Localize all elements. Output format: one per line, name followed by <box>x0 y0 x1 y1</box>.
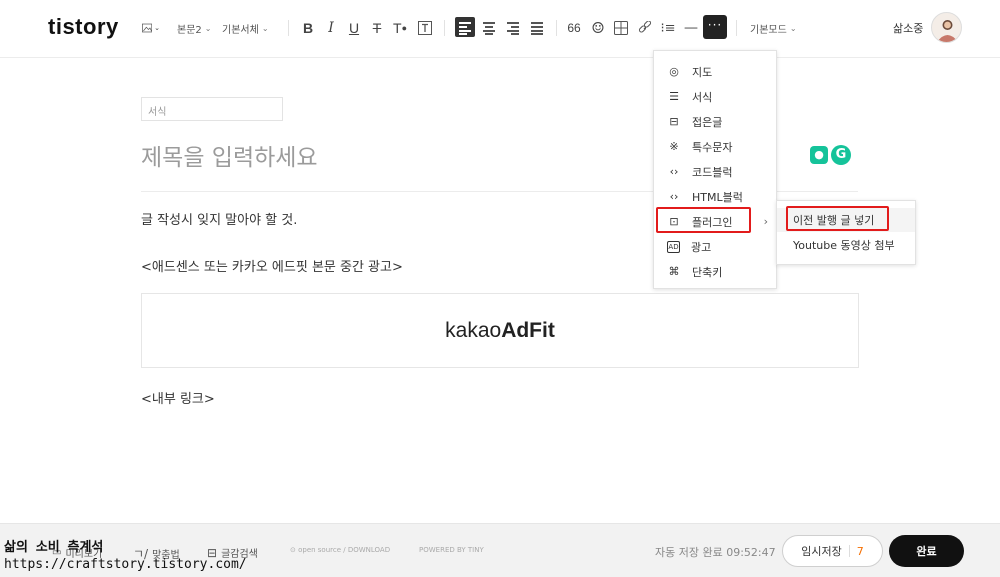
special-char-icon: ※ <box>669 140 679 153</box>
divider <box>556 20 557 36</box>
image-icon[interactable]: ⌄ <box>142 18 160 38</box>
publish-button[interactable]: 완료 <box>889 535 964 567</box>
link-icon[interactable] <box>636 18 654 38</box>
menu-item-fold[interactable]: ⊟ 접은글 <box>654 109 776 134</box>
adfit-brand-light: kakao <box>445 318 502 342</box>
divider <box>288 20 289 36</box>
paragraph-style-dropdown[interactable]: 본문2 ⌄ <box>177 17 211 39</box>
submenu-item-youtube[interactable]: Youtube 동영상 첨부 <box>777 233 915 257</box>
body-paragraph[interactable]: <애드센스 또는 카카오 에드핏 본문 중간 광고> <box>141 256 403 275</box>
fold-icon: ⊟ <box>669 115 679 128</box>
mode-dropdown[interactable]: 기본모드 ⌄ <box>750 17 797 39</box>
save-draft-button[interactable]: 임시저장 7 <box>782 535 883 567</box>
shortcut-icon: ⌘ <box>668 265 680 278</box>
divider <box>736 20 737 36</box>
autosave-status: 자동 저장 완료 09:52:47 <box>655 546 776 559</box>
avatar[interactable] <box>931 12 962 43</box>
editor-toolbar: tistory ⌄ 본문2 ⌄ 기본서체 ⌄ B I U T T ● 66 ☺ ⁝≡ … <box>0 0 1000 58</box>
underline-icon[interactable]: U <box>345 18 363 38</box>
menu-item-special-char[interactable]: ※ 특수문자 <box>654 134 776 159</box>
menu-item-map[interactable]: ◎ 지도 <box>654 59 776 84</box>
bold-icon[interactable]: B <box>299 18 317 38</box>
html-icon: ‹› <box>669 190 679 203</box>
watermark-url: https://craftstory.tistory.com/ <box>4 557 247 572</box>
italic-icon[interactable]: I <box>322 18 340 38</box>
open-source-link[interactable]: ⊙ open source / DOWNLOAD <box>290 546 390 554</box>
menu-item-ad[interactable]: AD 광고 <box>654 234 776 259</box>
body-paragraph[interactable]: <내부 링크> <box>141 388 215 407</box>
align-justify-icon[interactable] <box>527 17 547 37</box>
draft-count[interactable]: 7 <box>857 545 864 558</box>
strikethrough-icon[interactable]: T <box>368 18 386 38</box>
map-pin-icon: ◎ <box>669 65 679 78</box>
text-background-icon[interactable] <box>416 18 434 38</box>
adfit-ad-box[interactable]: kakao AdFit <box>141 293 859 368</box>
horizontal-line-icon[interactable]: — <box>682 18 700 38</box>
body-paragraph[interactable]: 글 작성시 잊지 말아야 할 것. <box>141 209 297 228</box>
code-icon: ‹› <box>669 165 679 178</box>
user-name[interactable]: 삶소중 <box>893 20 923 36</box>
submenu-highlight <box>786 206 889 231</box>
align-center-icon[interactable] <box>479 17 499 37</box>
list-icon[interactable]: ⁝≡ <box>659 18 677 38</box>
quote-icon[interactable]: 66 <box>565 18 583 38</box>
adfit-brand-bold: AdFit <box>501 318 555 342</box>
menu-item-code-block[interactable]: ‹› 코드블럭 <box>654 159 776 184</box>
tistory-logo[interactable]: tistory <box>48 14 119 40</box>
emoji-icon[interactable]: ☺ <box>589 18 607 38</box>
grammarly-widget[interactable]: ● G <box>810 143 856 167</box>
align-left-icon[interactable] <box>455 17 475 37</box>
title-input[interactable]: 제목을 입력하세요 <box>141 138 318 172</box>
grammarly-bulb-icon[interactable]: ● <box>810 146 828 164</box>
table-icon[interactable] <box>612 18 630 38</box>
menu-item-shortcut[interactable]: ⌘ 단축키 <box>654 259 776 284</box>
font-dropdown[interactable]: 기본서체 ⌄ <box>222 17 269 39</box>
chevron-right-icon: › <box>763 215 768 228</box>
powered-by-text: POWERED BY TINY <box>419 546 484 554</box>
more-menu: ◎ 지도 ☰ 서식 ⊟ 접은글 ※ 특수문자 ‹› 코드블럭 ‹› HTML블럭 ⊡ 플러그인… <box>653 50 777 289</box>
template-icon: ☰ <box>669 90 679 103</box>
align-right-icon[interactable] <box>503 17 523 37</box>
grammarly-logo-icon[interactable]: G <box>831 145 851 165</box>
plugin-highlight <box>656 207 751 233</box>
menu-item-html-block[interactable]: ‹› HTML블럭 <box>654 184 776 209</box>
watermark-title: 삶의 소비 측계석 <box>4 540 104 555</box>
menu-item-template[interactable]: ☰ 서식 <box>654 84 776 109</box>
text-color-icon[interactable]: T ● <box>391 18 409 38</box>
ad-icon: AD <box>667 240 680 253</box>
divider <box>444 20 445 36</box>
more-button[interactable]: ··· <box>703 15 727 39</box>
category-select[interactable]: 서식 <box>141 97 283 121</box>
